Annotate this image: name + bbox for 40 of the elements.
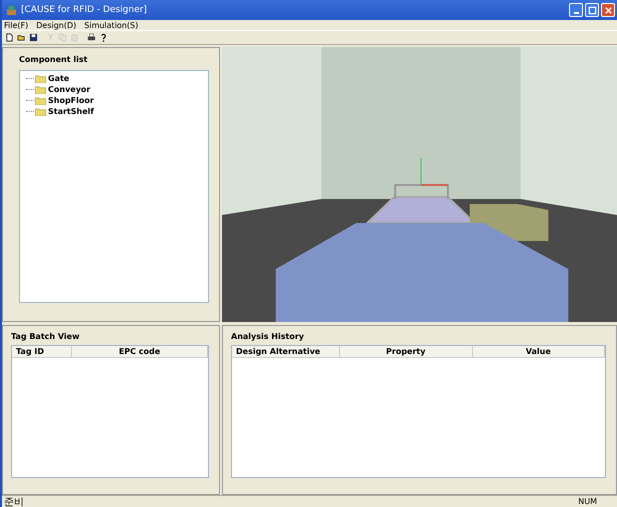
menu-item[interactable]: File(F) [4,20,28,30]
column-header[interactable]: Design Alternative [232,346,340,357]
new-icon [5,33,14,42]
panel-title: Component list [18,54,88,66]
panel-title: Analysis History [230,331,305,343]
folder-icon [35,96,46,104]
close-icon [604,6,612,14]
panel-title: Tag Batch View [10,331,80,343]
paste-icon [70,33,79,42]
status-indicator: NUM [578,497,597,506]
tree-item[interactable]: StartShelf [48,107,94,116]
print-icon [87,33,96,42]
column-header[interactable]: Value [472,346,605,357]
folder-icon [35,86,46,94]
print-button[interactable] [86,32,97,43]
folder-icon [35,108,46,116]
menu-item[interactable]: Simulation(S) [84,20,138,30]
save-icon [29,33,38,42]
app-icon [6,4,17,16]
help-icon [99,33,108,42]
copy-icon [58,33,67,42]
folder-icon [35,74,46,82]
new-button[interactable] [4,32,15,43]
column-header[interactable]: EPC code [72,346,208,357]
menu-item[interactable]: Design(D) [36,20,76,30]
close-button[interactable] [601,3,615,17]
tree-item[interactable]: ShopFloor [48,96,94,105]
open-icon [17,33,26,42]
window-title: [CAUSE for RFID - Designer] [21,5,147,15]
column-header[interactable]: Property [340,346,472,357]
scissors-icon [46,33,55,42]
minimize-button[interactable] [569,3,583,17]
tree-item[interactable]: Conveyor [48,85,90,94]
save-button[interactable] [28,32,39,43]
maximize-icon [588,6,596,14]
maximize-button[interactable] [585,3,599,17]
status-message: 준비 [4,496,24,507]
minimize-icon [574,12,578,14]
tree-item[interactable]: Gate [48,74,70,83]
column-header[interactable]: Tag ID [12,346,72,357]
